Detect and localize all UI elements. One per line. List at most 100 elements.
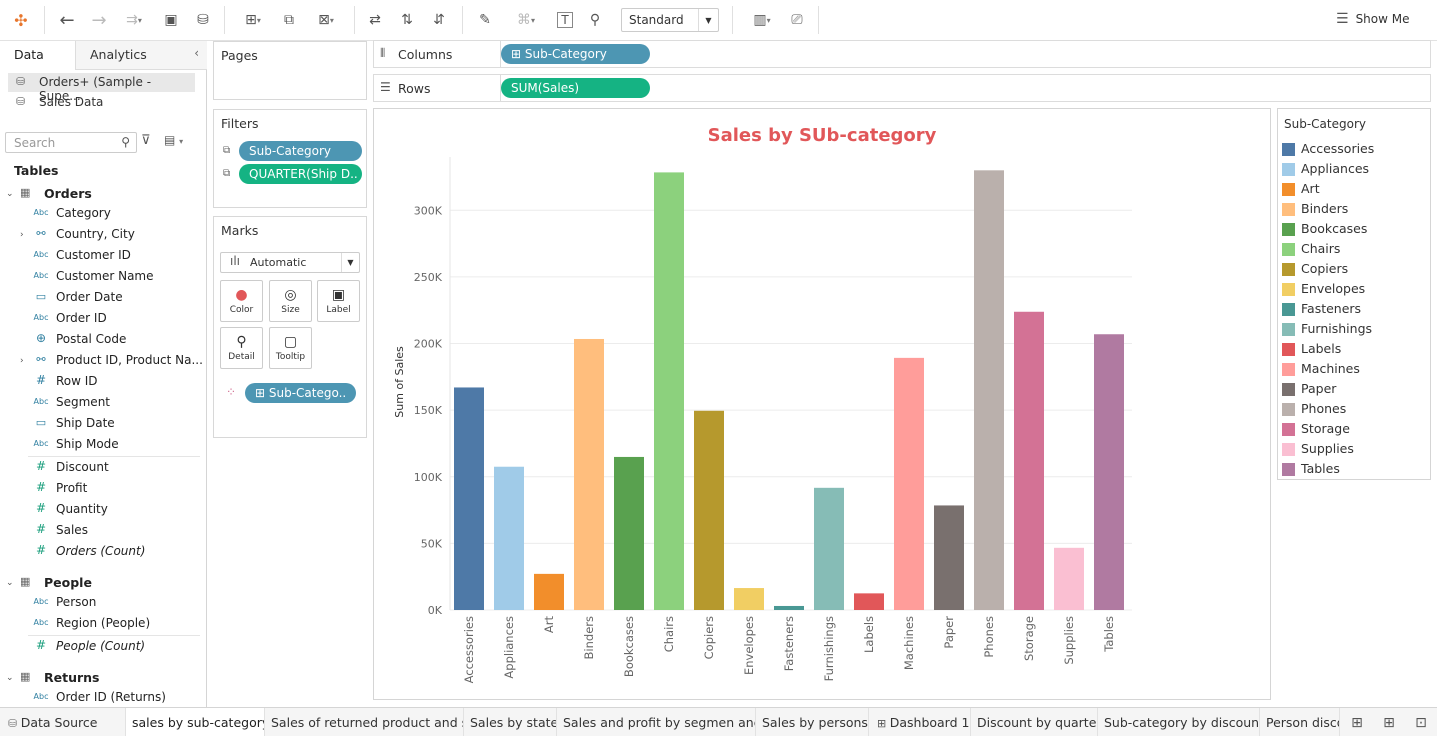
bar-storage[interactable] xyxy=(1014,311,1044,610)
field-customer-name[interactable]: Abc Customer Name xyxy=(30,268,200,288)
rows-shelf[interactable]: ☰ Rows SUM(Sales) xyxy=(373,74,1431,102)
bar-supplies[interactable] xyxy=(1054,547,1084,610)
field-profit[interactable]: # Profit xyxy=(30,480,200,500)
redo-icon[interactable]: → xyxy=(88,9,110,31)
tab-sales-by-persons[interactable]: Sales by persons xyxy=(756,708,869,736)
collapse-pane-icon[interactable]: ‹ xyxy=(194,46,199,60)
bar-copiers[interactable] xyxy=(694,410,724,610)
field-country-city[interactable]: ⚯ Country, City xyxy=(30,226,200,246)
filter-icon[interactable]: ⊽ xyxy=(141,133,151,148)
highlight-icon[interactable]: ✎ xyxy=(474,9,496,31)
columns-pill-sub-category[interactable]: ⊞ Sub-Category xyxy=(501,44,650,64)
color-pill-sub-category[interactable]: ⊞ Sub-Catego.. xyxy=(245,383,356,403)
chevron-down-icon[interactable]: ⌄ xyxy=(6,578,14,588)
tab-discount-by-quarter[interactable]: Discount by quarter xyxy=(971,708,1098,736)
field-ship-date[interactable]: ▭ Ship Date xyxy=(30,415,200,435)
field-person[interactable]: Abc Person xyxy=(30,594,200,614)
detail-button[interactable]: ⚲ Detail xyxy=(220,327,263,369)
bar-tables[interactable] xyxy=(1094,334,1124,610)
new-data-source-icon[interactable]: ⛁ xyxy=(192,9,214,31)
field-postal-code[interactable]: ⊕ Postal Code xyxy=(30,331,200,351)
tab-sub-category-by-discount[interactable]: Sub-category by discount xyxy=(1098,708,1260,736)
sort-ascending-icon[interactable]: ⇅ xyxy=(396,9,418,31)
tab-data-source[interactable]: ⛁ Data Source xyxy=(0,708,126,736)
new-worksheet-icon[interactable]: ⊞ ▾ xyxy=(236,9,270,31)
bar-furnishings[interactable] xyxy=(814,487,844,610)
tab-person-discount[interactable]: Person disco xyxy=(1260,708,1340,736)
field-discount[interactable]: # Discount xyxy=(30,459,200,479)
tab-sales-by-sub-category[interactable]: sales by sub-category xyxy=(126,708,265,736)
bar-art[interactable] xyxy=(534,573,564,610)
swap-rows-columns-icon[interactable]: ⇄ xyxy=(364,9,386,31)
bar-phones[interactable] xyxy=(974,170,1004,610)
table-orders[interactable]: Orders xyxy=(44,186,92,201)
pages-card[interactable]: Pages xyxy=(213,41,367,100)
field-orders-count[interactable]: # Orders (Count) xyxy=(30,543,200,563)
label-button[interactable]: ▣ Label xyxy=(317,280,360,322)
show-mark-labels-icon[interactable]: T xyxy=(557,12,573,28)
new-story-tab-icon[interactable]: ⊡ xyxy=(1410,712,1432,734)
field-sales[interactable]: # Sales xyxy=(30,522,200,542)
tooltip-button[interactable]: ▢ Tooltip xyxy=(269,327,312,369)
field-order-id-returns[interactable]: Abc Order ID (Returns) xyxy=(30,689,200,709)
field-row-id[interactable]: # Row ID xyxy=(30,373,200,393)
bar-accessories[interactable] xyxy=(454,387,484,610)
bar-chairs[interactable] xyxy=(654,172,684,610)
chevron-down-icon[interactable]: ⌄ xyxy=(6,673,14,683)
show-me-button[interactable]: ☰ Show Me xyxy=(1336,11,1410,27)
filters-card[interactable]: Filters ⧉ Sub-Category ⧉ QUARTER(Ship D.… xyxy=(213,109,367,208)
field-people-count[interactable]: # People (Count) xyxy=(30,638,200,658)
group-members-icon[interactable]: ⌘ ▾ xyxy=(508,9,544,31)
field-segment[interactable]: Abc Segment xyxy=(30,394,200,414)
field-ship-mode[interactable]: Abc Ship Mode xyxy=(30,436,200,456)
presentation-mode-icon[interactable]: ⎚ xyxy=(786,9,808,31)
view-options-icon[interactable]: ▤ ▾ xyxy=(164,133,183,147)
tab-sales-returned[interactable]: Sales of returned product and s... xyxy=(265,708,464,736)
color-button[interactable]: ● Color xyxy=(220,280,263,322)
mark-type-dropdown[interactable]: ılı Automatic ▼ xyxy=(220,252,360,273)
field-product-id[interactable]: ⚯ Product ID, Product Na... xyxy=(30,352,203,372)
color-legend[interactable]: Sub-Category Accessories Appliances Art Bin… xyxy=(1277,108,1431,480)
new-worksheet-tab-icon[interactable]: ⊞ xyxy=(1346,712,1368,734)
field-customer-id[interactable]: Abc Customer ID xyxy=(30,247,200,267)
data-source-orders[interactable]: ⛁ Orders+ (Sample - Supe... xyxy=(8,73,195,103)
columns-shelf[interactable]: ⦀ Columns ⊞ Sub-Category xyxy=(373,40,1431,68)
tableau-logo-icon[interactable]: ✣ xyxy=(10,9,32,31)
bar-labels[interactable] xyxy=(854,593,884,610)
bar-appliances[interactable] xyxy=(494,466,524,610)
tab-sales-by-state[interactable]: Sales by state xyxy=(464,708,557,736)
show-cards-icon[interactable]: ▥ ▾ xyxy=(744,9,780,31)
fit-dropdown[interactable]: Standard ▼ xyxy=(621,8,719,32)
table-returns[interactable]: Returns xyxy=(44,670,99,685)
tab-analytics[interactable]: Analytics ‹ xyxy=(75,41,207,70)
undo-icon[interactable]: ← xyxy=(56,9,78,31)
field-quantity[interactable]: # Quantity xyxy=(30,501,200,521)
table-people[interactable]: People xyxy=(44,575,92,590)
replay-icon[interactable]: ⇉ ▾ xyxy=(118,9,150,31)
field-order-date[interactable]: ▭ Order Date xyxy=(30,289,200,309)
tab-dashboard-1[interactable]: ⊞ Dashboard 1 xyxy=(869,708,971,736)
bar-fasteners[interactable] xyxy=(774,605,804,610)
sort-descending-icon[interactable]: ⇵ xyxy=(428,9,450,31)
bars[interactable] xyxy=(454,170,1124,610)
field-region-people[interactable]: Abc Region (People) xyxy=(30,615,200,635)
field-order-id[interactable]: Abc Order ID xyxy=(30,310,200,330)
save-icon[interactable]: ▣ xyxy=(160,9,182,31)
chevron-right-icon[interactable]: › xyxy=(20,356,24,366)
filter-pill-quarter-ship-date[interactable]: QUARTER(Ship D.. xyxy=(239,164,362,184)
tab-data[interactable]: Data xyxy=(0,41,75,70)
chevron-right-icon[interactable]: › xyxy=(20,230,24,240)
bar-machines[interactable] xyxy=(894,357,924,610)
data-source-sales-data[interactable]: ⛁ Sales Data xyxy=(8,93,195,112)
bar-envelopes[interactable] xyxy=(734,588,764,610)
pin-icon[interactable]: ⚲ xyxy=(584,9,606,31)
bar-paper[interactable] xyxy=(934,505,964,610)
new-dashboard-tab-icon[interactable]: ⊞ xyxy=(1378,712,1400,734)
search-input[interactable]: Search ⚲ xyxy=(5,132,137,153)
bar-binders[interactable] xyxy=(574,338,604,610)
size-button[interactable]: ◎ Size xyxy=(269,280,312,322)
bar-bookcases[interactable] xyxy=(614,456,644,610)
rows-pill-sum-sales[interactable]: SUM(Sales) xyxy=(501,78,650,98)
tab-sales-profit-segment[interactable]: Sales and profit by segmen and ... xyxy=(557,708,756,736)
duplicate-sheet-icon[interactable]: ⧉ xyxy=(278,9,300,31)
